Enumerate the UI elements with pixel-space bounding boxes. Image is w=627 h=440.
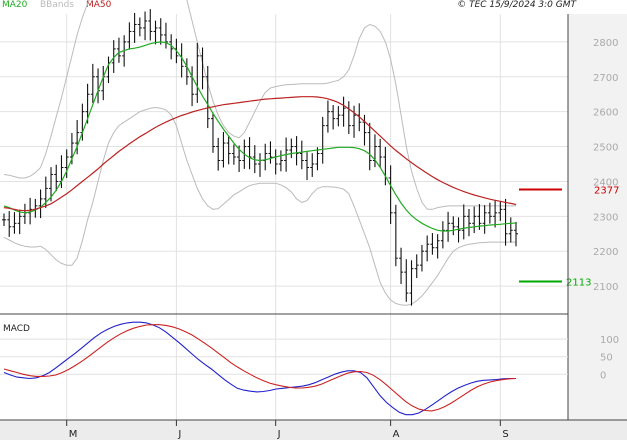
- macd-tick-label: 50: [600, 353, 613, 364]
- macd-tick-label: 100: [600, 335, 619, 346]
- date-strip: [0, 420, 627, 440]
- month-tick-label: J: [277, 429, 281, 440]
- price-tick-label: 2300: [593, 212, 618, 223]
- month-tick-label: S: [502, 429, 508, 440]
- price-tick-label: 2800: [593, 38, 618, 49]
- price-and-macd-chart: 23772113 2800270026002500240023002200210…: [0, 0, 627, 440]
- chart-stage: MA20 BBands MA50 © TEC 15/9/2024 3:0 GMT…: [0, 0, 627, 440]
- price-panel: [0, 14, 568, 314]
- macd-tick-label: 0: [600, 370, 606, 381]
- price-tick-label: 2400: [593, 177, 618, 188]
- price-tick-label: 2200: [593, 247, 618, 258]
- level-label: 2113: [566, 278, 591, 289]
- month-tick-label: J: [177, 429, 181, 440]
- price-tick-label: 2100: [593, 282, 618, 293]
- price-tick-label: 2600: [593, 108, 618, 119]
- macd-panel-title: MACD: [3, 324, 30, 334]
- month-tick-label: M: [69, 429, 78, 440]
- macd-panel: [0, 318, 568, 420]
- price-tick-label: 2700: [593, 73, 618, 84]
- month-tick-label: A: [393, 429, 400, 440]
- price-tick-label: 2500: [593, 143, 618, 154]
